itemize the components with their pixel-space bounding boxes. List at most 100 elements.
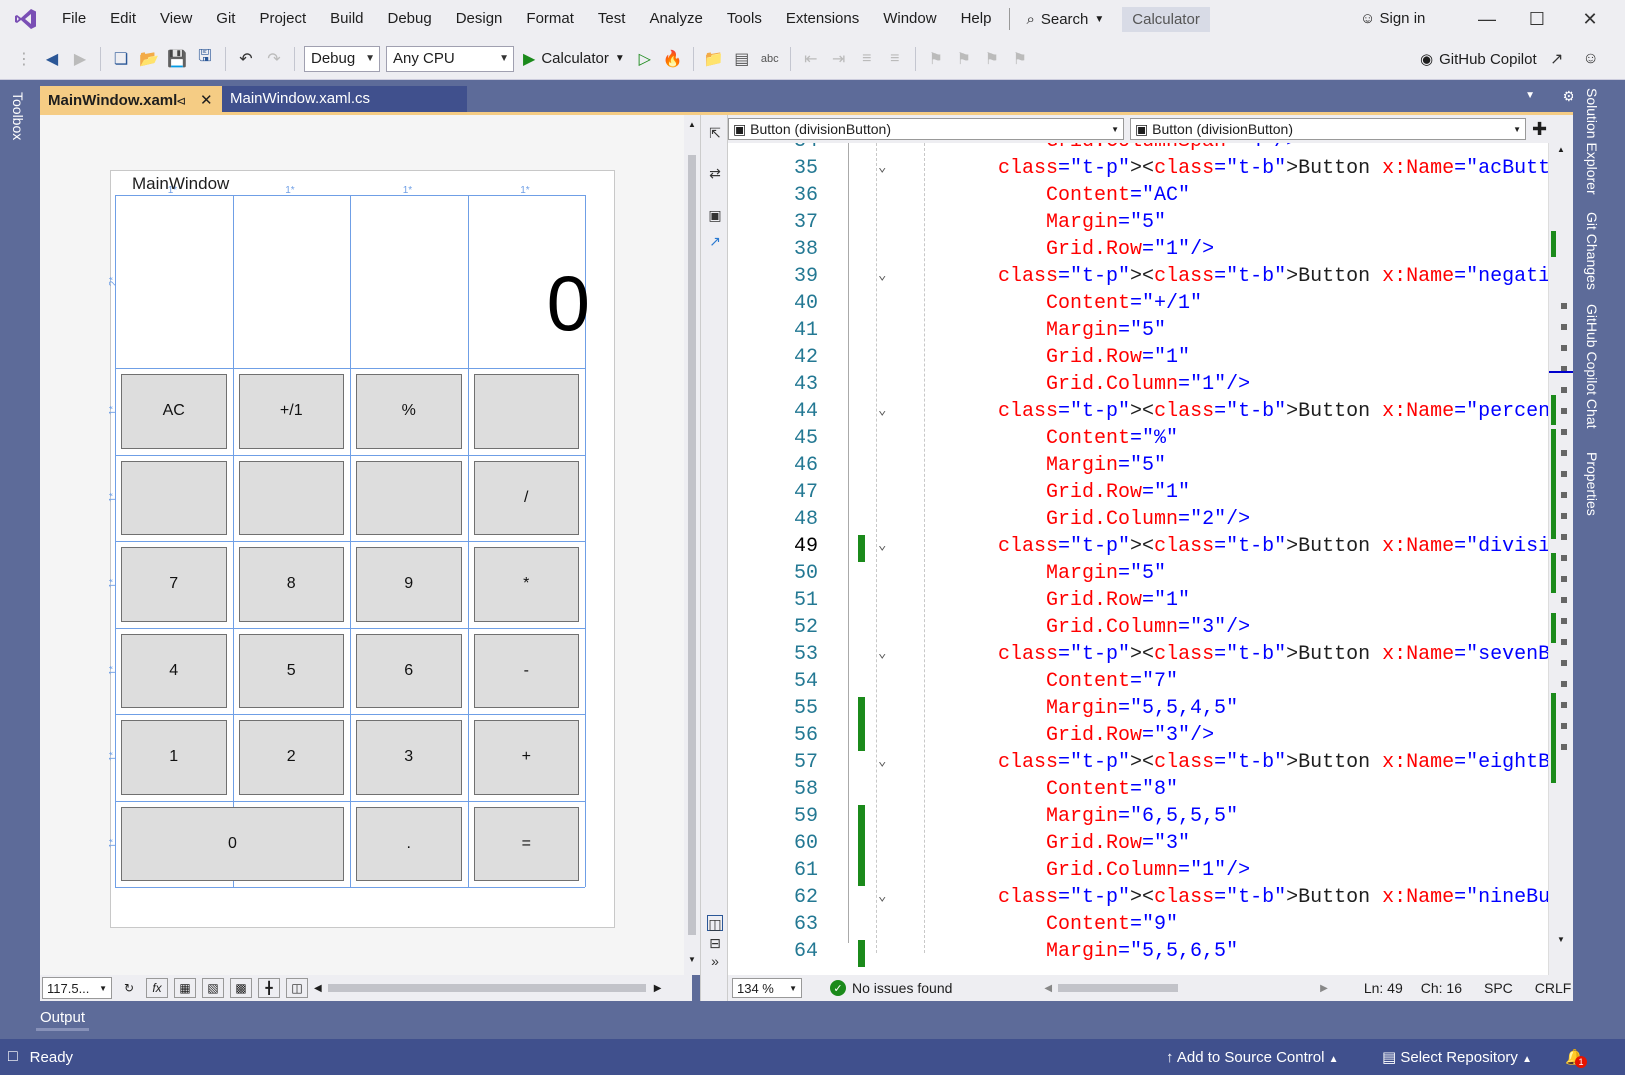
snap-grid-icon[interactable]: ▧ [202, 978, 224, 998]
new-project-icon[interactable]: ❏ [109, 47, 133, 71]
code-editor[interactable]: 34 Grid.ColumnSpan="4"/>35⌄class="t-p"><… [728, 143, 1548, 975]
start-without-debugging-icon[interactable]: ▷ [633, 47, 657, 71]
tab-mainwindow-xaml[interactable]: MainWindow.xaml ⊲ ✕ [40, 86, 222, 112]
scroll-down-icon[interactable]: ▼ [1557, 935, 1565, 944]
column-indicator[interactable]: Ch: 16 [1421, 980, 1462, 996]
start-debugging-button[interactable]: ▶ Calculator ▼ [523, 49, 625, 69]
output-tab[interactable]: Output [36, 1007, 90, 1031]
line-indicator[interactable]: Ln: 49 [1364, 980, 1403, 996]
editor-horizontal-scroll-thumb[interactable] [1058, 984, 1179, 992]
search-box[interactable]: ⌕ Search ▼ [1016, 11, 1114, 28]
code-line[interactable]: 58 Content="8" [728, 778, 1548, 805]
undo-icon[interactable]: ↶ [234, 47, 258, 71]
minimize-button[interactable]: — [1462, 0, 1512, 38]
tab-list-icon[interactable]: ▼ [1525, 90, 1535, 101]
visual-studio-logo-icon[interactable] [14, 7, 38, 31]
properties-tab[interactable]: Properties [1584, 452, 1600, 516]
calc-button-7[interactable]: 7 [121, 547, 227, 622]
code-line[interactable]: 61 Grid.Column="1"/> [728, 859, 1548, 886]
expand-pane-icon[interactable]: » [707, 953, 723, 969]
calc-button-equals[interactable]: = [473, 806, 579, 881]
calc-button-5[interactable]: 5 [238, 633, 344, 708]
row-size-marker[interactable]: 1* [108, 839, 119, 848]
github-copilot-button[interactable]: ◉ GitHub Copilot ↗ ☺ [1420, 38, 1605, 80]
share-icon[interactable]: ↗ [1545, 47, 1569, 71]
calc-button-multiply[interactable]: * [473, 547, 579, 622]
editor-vertical-scrollbar[interactable]: ▲ ▼ [1548, 143, 1574, 975]
scroll-left-icon[interactable]: ◀ [1044, 983, 1052, 994]
git-changes-tab[interactable]: Git Changes [1584, 212, 1600, 290]
menu-view[interactable]: View [148, 0, 204, 38]
calc-button-empty[interactable] [473, 374, 579, 449]
line-ending-indicator[interactable]: CRLF [1535, 980, 1572, 996]
code-line[interactable]: 45 Content="%" [728, 427, 1548, 454]
menu-project[interactable]: Project [247, 0, 318, 38]
code-line[interactable]: 38 Grid.Row="1"/> [728, 238, 1548, 265]
code-line[interactable]: 64 Margin="5,5,6,5" [728, 940, 1548, 967]
designer-zoom-dropdown[interactable]: 117.5... ▼ [42, 977, 112, 999]
code-line[interactable]: 43 Grid.Column="1"/> [728, 373, 1548, 400]
menu-help[interactable]: Help [949, 0, 1004, 38]
scroll-right-icon[interactable]: ▶ [1320, 983, 1328, 994]
toolbox-tab[interactable]: Toolbox [10, 92, 26, 140]
feedback-icon[interactable]: ☺ [1579, 47, 1603, 71]
fold-chevron-icon[interactable]: ⌄ [878, 267, 886, 284]
calc-button-negate[interactable]: +/1 [238, 374, 344, 449]
column-size-marker[interactable]: 1* [403, 185, 412, 196]
show-grid-icon[interactable]: ▦ [174, 978, 196, 998]
snap-lines-icon[interactable]: ╋ [258, 978, 280, 998]
code-line[interactable]: 53 ⌄ class="t-p"><class="t-b">Button x:Nam… [728, 643, 1548, 670]
menu-edit[interactable]: Edit [98, 0, 148, 38]
code-line[interactable]: 51 Grid.Row="1" [728, 589, 1548, 616]
code-line[interactable]: 34 Grid.ColumnSpan="4"/> [728, 143, 1548, 157]
spell-check-icon[interactable]: abc [758, 47, 782, 71]
uncomment-icon[interactable]: ≡ [883, 47, 907, 71]
code-line[interactable]: 55 Margin="5,5,4,5" [728, 697, 1548, 724]
fold-chevron-icon[interactable]: ⌄ [878, 645, 886, 662]
code-line[interactable]: 36 Content="AC" [728, 184, 1548, 211]
next-bookmark-icon[interactable]: ⚑ [980, 47, 1004, 71]
notifications-button[interactable]: 🔔 1 [1565, 1048, 1587, 1068]
calc-button-1[interactable]: 1 [121, 720, 227, 795]
open-folder-icon[interactable]: 📂 [137, 47, 161, 71]
code-line[interactable]: 46 Margin="5" [728, 454, 1548, 481]
row-size-marker[interactable]: 1* [108, 752, 119, 761]
outdent-icon[interactable]: ⇥ [827, 47, 851, 71]
comment-icon[interactable]: ≡ [855, 47, 879, 71]
code-line[interactable]: 63 Content="9" [728, 913, 1548, 940]
refresh-icon[interactable]: ↻ [118, 978, 140, 998]
fold-chevron-icon[interactable]: ⌄ [878, 402, 886, 419]
maximize-button[interactable]: ☐ [1512, 0, 1562, 38]
row-size-marker[interactable]: 1* [108, 666, 119, 675]
platform-dropdown[interactable]: Any CPU ▼ [386, 45, 514, 72]
fold-chevron-icon[interactable]: ⌄ [878, 159, 886, 176]
calc-button-3[interactable]: 3 [356, 720, 462, 795]
close-icon[interactable]: ✕ [200, 88, 213, 114]
calc-button-divide[interactable]: / [473, 460, 579, 535]
row-size-marker[interactable]: 1* [108, 493, 119, 502]
transparency-icon[interactable]: ▩ [230, 978, 252, 998]
code-line[interactable]: 44 ⌄ class="t-p"><class="t-b">Button x:Nam… [728, 400, 1548, 427]
scroll-right-icon[interactable]: ▶ [654, 983, 662, 994]
fold-chevron-icon[interactable]: ⌄ [878, 753, 886, 770]
menu-window[interactable]: Window [871, 0, 948, 38]
calc-button-4[interactable]: 4 [121, 633, 227, 708]
calc-button-2[interactable]: 2 [238, 720, 344, 795]
scroll-up-icon[interactable]: ▲ [688, 120, 696, 129]
solution-explorer-tab[interactable]: Solution Explorer [1584, 88, 1600, 195]
menu-git[interactable]: Git [204, 0, 247, 38]
designer-horizontal-scroll-thumb[interactable] [327, 984, 646, 992]
menu-extensions[interactable]: Extensions [774, 0, 871, 38]
solution-explorer-icon[interactable]: 📁 [702, 47, 726, 71]
calc-button-empty[interactable] [356, 460, 462, 535]
calc-button-empty[interactable] [121, 460, 227, 535]
spacing-indicator[interactable]: SPC [1484, 980, 1513, 996]
code-line[interactable]: 37 Margin="5" [728, 211, 1548, 238]
fold-chevron-icon[interactable]: ⌄ [878, 537, 886, 554]
github-copilot-chat-tab[interactable]: GitHub Copilot Chat [1584, 304, 1600, 429]
row-size-marker[interactable]: 1* [108, 406, 119, 415]
split-editor-icon[interactable]: ✚ [1532, 119, 1547, 140]
column-size-marker[interactable]: 1* [285, 185, 294, 196]
calc-button-8[interactable]: 8 [238, 547, 344, 622]
indent-icon[interactable]: ⇤ [799, 47, 823, 71]
